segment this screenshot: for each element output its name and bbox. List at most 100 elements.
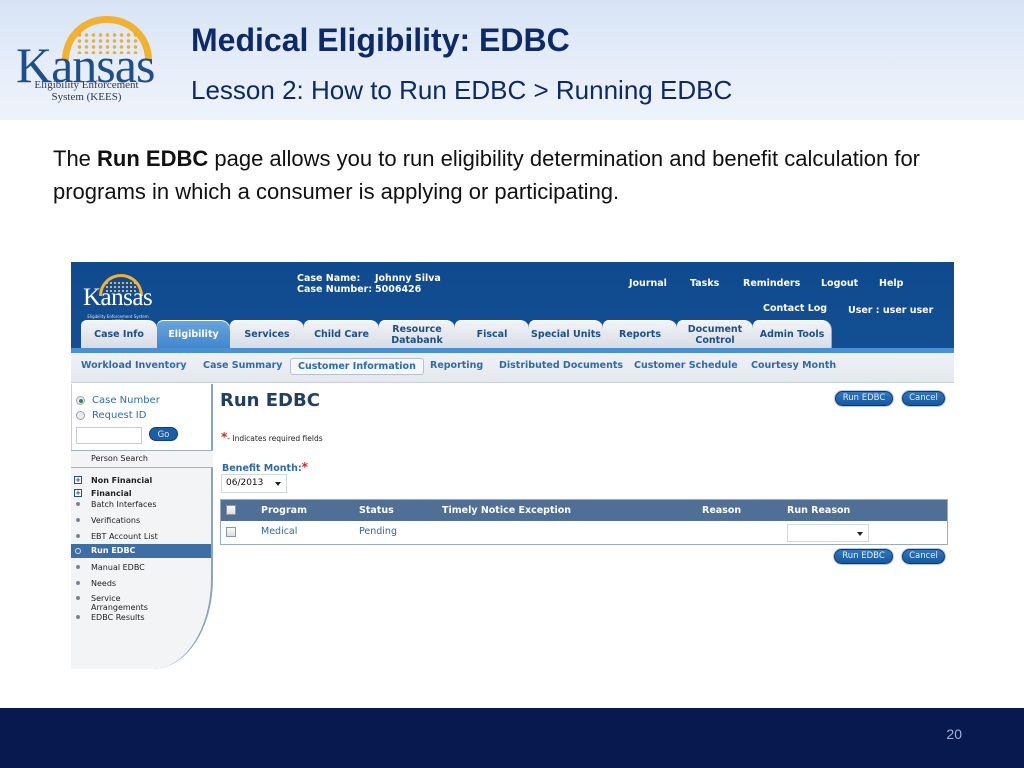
sidebar-item-verifications[interactable]: Verifications [71,516,211,525]
active-ring-icon [75,548,81,554]
tab-services[interactable]: Services [230,320,305,349]
logout-link[interactable]: Logout [821,278,858,289]
programs-table: Program Status Timely Notice Exception R… [220,499,948,545]
bullet-icon [76,518,80,522]
kansas-kees-logo: Kansas Eligibility Enforcement System (K… [14,14,159,106]
required-fields-note: *- Indicates required fields [221,430,323,444]
bullet-icon [76,534,80,538]
help-link[interactable]: Help [879,278,903,289]
chevron-down-icon [275,482,281,486]
bullet-icon [76,581,80,585]
subnav-customer-schedule[interactable]: Customer Schedule [634,360,738,371]
sidebar-item-label: Financial [91,489,132,498]
radio-selected-icon[interactable] [76,396,85,405]
slide-subtitle: Lesson 2: How to Run EDBC > Running EDBC [191,75,733,105]
case-search-panel: Case Number Request ID Go [71,384,213,450]
sidebar-item-financial[interactable]: + Financial [71,489,211,498]
sidebar-item-label: Service Arrangements [91,594,148,612]
intro-prefix: The [53,146,98,171]
run-edbc-button-top[interactable]: Run EDBC [835,391,893,406]
sidebar-item-label: Manual EDBC [91,563,145,572]
app-logo-word: Kansas [83,284,153,311]
bullet-icon [76,502,80,506]
cell-program[interactable]: Medical [261,526,297,537]
benefit-month-label: Benefit Month:* [222,460,308,474]
expand-plus-icon[interactable]: + [74,489,82,497]
required-note-text: - Indicates required fields [227,434,323,443]
slide-header: Kansas Eligibility Enforcement System (K… [0,0,1024,120]
chevron-down-icon [857,532,863,536]
sidebar-item-manual-edbc[interactable]: Manual EDBC [71,563,211,572]
sidebar-item-ebt-account-list[interactable]: EBT Account List [71,532,211,541]
col-reason: Reason [702,505,742,516]
go-button[interactable]: Go [149,427,178,441]
radio-request-id-label: Request ID [92,410,147,421]
main-tabs: Case Info Eligibility Services Child Car… [81,320,951,350]
contact-log-link[interactable]: Contact Log [763,303,827,314]
subnav-case-summary[interactable]: Case Summary [203,360,282,371]
radio-unselected-icon[interactable] [76,411,85,420]
subnav-reporting[interactable]: Reporting [430,360,483,371]
case-info: Case Name: Johnny Silva Case Number: 50064… [297,273,441,295]
run-edbc-button-bottom[interactable]: Run EDBC [834,549,893,564]
cancel-button-top[interactable]: Cancel [902,391,945,406]
benefit-month-label-text: Benefit Month: [222,463,302,474]
intro-text: The Run EDBC page allows you to run elig… [53,142,953,208]
bullet-icon [76,596,80,600]
sidebar-item-label: EDBC Results [91,613,145,622]
sidebar-item-label: Needs [91,579,117,588]
user-display: User : user user [848,305,934,316]
tab-special-units[interactable]: Special Units [529,320,604,349]
tab-resource-databank[interactable]: Resource Databank [379,320,456,349]
radio-case-number-label: Case Number [92,395,160,406]
sidebar-item-non-financial[interactable]: + Non Financial [71,476,211,485]
sidebar-item-label: Batch Interfaces [91,500,157,509]
table-header: Program Status Timely Notice Exception R… [221,500,947,521]
bullet-icon [76,565,80,569]
kees-app-screenshot: Kansas Eligibility Enforcement System (K… [71,262,954,669]
tab-child-care[interactable]: Child Care [304,320,380,349]
select-all-checkbox[interactable] [226,505,236,515]
bullet-icon [76,615,80,619]
tab-eligibility[interactable]: Eligibility [157,320,231,349]
sidebar-item-run-edbc[interactable]: Run EDBC [71,544,211,558]
sidebar-item-batch-interfaces[interactable]: Batch Interfaces [71,500,211,509]
subnav-customer-information[interactable]: Customer Information [290,358,424,375]
subnav-workload-inventory[interactable]: Workload Inventory [81,360,187,371]
tab-document-control[interactable]: Document Control [677,320,754,349]
cell-status: Pending [359,526,397,537]
radio-request-id[interactable]: Request ID [76,410,146,421]
person-search-link[interactable]: Person Search [71,450,213,468]
reminders-link[interactable]: Reminders [743,278,800,289]
case-number-label: Case Number: [297,284,373,295]
slide-footer: 20 [0,708,1024,768]
cancel-button-bottom[interactable]: Cancel [902,549,945,564]
col-status: Status [359,505,394,516]
subnav-courtesy-month[interactable]: Courtesy Month [751,360,836,371]
app-header: Kansas Eligibility Enforcement System (K… [71,262,954,349]
sidebar-item-label: Run EDBC [91,546,136,555]
case-name-value: Johnny Silva [375,273,441,284]
slide-title: Medical Eligibility: EDBC [191,22,570,58]
run-reason-select[interactable] [787,524,869,542]
sidebar-item-edbc-results[interactable]: EDBC Results [71,613,211,622]
benefit-month-select[interactable]: 06/2013 [221,474,287,493]
tab-reports[interactable]: Reports [603,320,678,349]
subnav-distributed-documents[interactable]: Distributed Documents [499,360,623,371]
tab-fiscal[interactable]: Fiscal [455,320,530,349]
page-title: Run EDBC [220,390,320,411]
tab-case-info[interactable]: Case Info [81,320,158,349]
case-search-input[interactable] [76,427,142,444]
tasks-link[interactable]: Tasks [690,278,719,289]
expand-plus-icon[interactable]: + [74,476,82,484]
radio-case-number[interactable]: Case Number [76,395,160,406]
journal-link[interactable]: Journal [629,278,667,289]
intro-bold: Run EDBC [97,146,209,171]
row-checkbox[interactable] [226,527,236,537]
sidebar-item-service-arrangements[interactable]: Service Arrangements [71,594,151,612]
logo-subtitle: Eligibility Enforcement System (KEES) [14,79,159,103]
benefit-month-value: 06/2013 [226,478,264,488]
sidebar-item-needs[interactable]: Needs [71,579,211,588]
tab-admin-tools[interactable]: Admin Tools [753,320,832,349]
case-number-value: 5006426 [375,284,422,295]
